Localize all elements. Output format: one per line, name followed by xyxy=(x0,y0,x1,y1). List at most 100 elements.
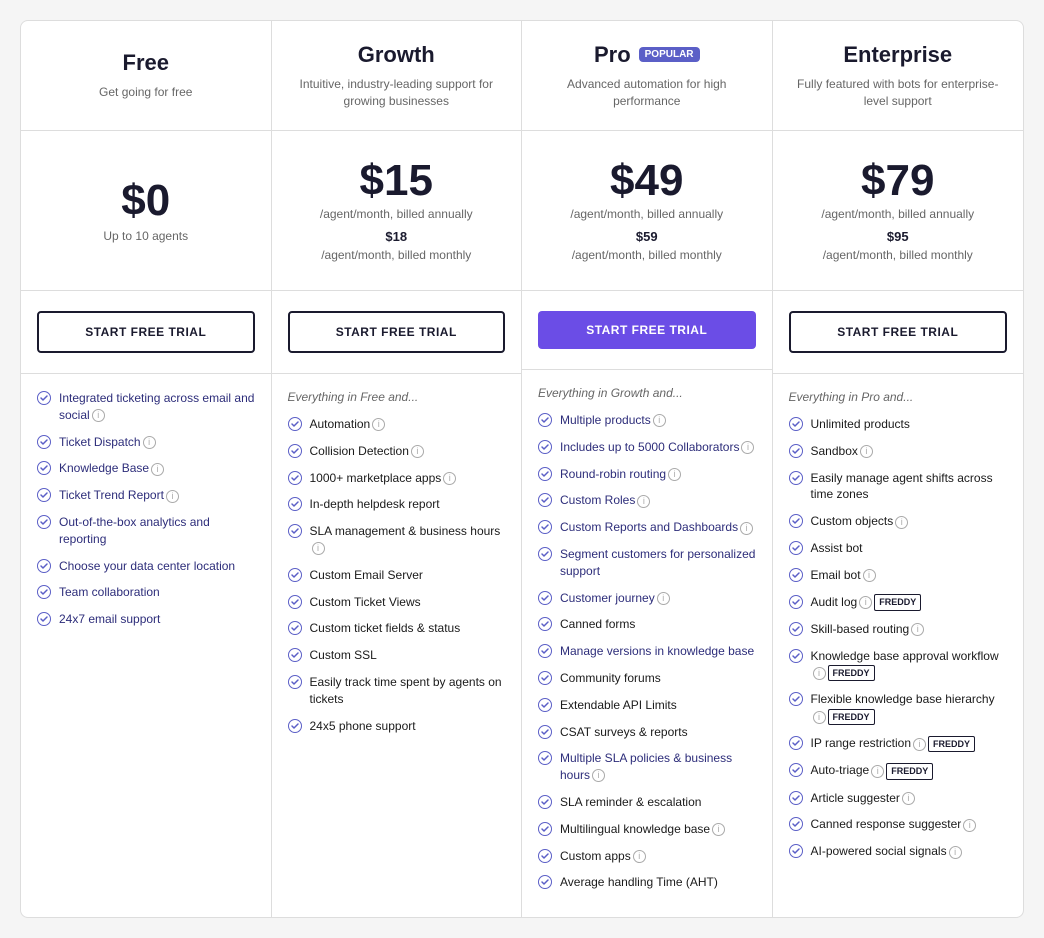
feature-text: 24x7 email support xyxy=(59,611,160,628)
plan-desc-free: Get going for free xyxy=(99,84,192,101)
plan-header-growth: GrowthIntuitive, industry-leading suppor… xyxy=(272,21,522,131)
list-item: Choose your data center location xyxy=(37,558,255,575)
list-item: Team collaboration xyxy=(37,584,255,601)
list-item: SLA management & business hoursi xyxy=(288,523,506,557)
feature-text: Automationi xyxy=(310,416,386,433)
info-icon[interactable]: i xyxy=(895,516,908,529)
info-icon[interactable]: i xyxy=(657,592,670,605)
list-item: Sandboxi xyxy=(789,443,1008,460)
check-icon xyxy=(789,736,803,750)
list-item: Average handling Time (AHT) xyxy=(538,874,756,891)
feature-text: IP range restrictioniFREDDY xyxy=(811,735,976,752)
plan-features-pro: Everything in Growth and...Multiple prod… xyxy=(522,370,772,917)
feature-text: Email boti xyxy=(811,567,876,584)
list-item: Custom Ticket Views xyxy=(288,594,506,611)
feature-text: Ticket Trend Reporti xyxy=(59,487,179,504)
plan-price-free: $0 xyxy=(121,179,170,223)
info-icon[interactable]: i xyxy=(151,463,164,476)
list-item: Customer journeyi xyxy=(538,590,756,607)
info-icon[interactable]: i xyxy=(653,414,666,427)
list-item: IP range restrictioniFREDDY xyxy=(789,735,1008,752)
feature-text: Multilingual knowledge basei xyxy=(560,821,725,838)
info-icon[interactable]: i xyxy=(143,436,156,449)
plan-price-monthly-enterprise: $95 xyxy=(887,229,909,244)
info-icon[interactable]: i xyxy=(902,792,915,805)
check-icon xyxy=(789,622,803,636)
info-icon[interactable]: i xyxy=(637,495,650,508)
freddy-badge: FREDDY xyxy=(874,594,921,611)
plan-cta-growth: START FREE TRIAL xyxy=(272,291,522,374)
info-icon[interactable]: i xyxy=(963,819,976,832)
plan-name-growth: Growth xyxy=(358,42,435,68)
feature-text: Custom SSL xyxy=(310,647,377,664)
info-icon[interactable]: i xyxy=(443,472,456,485)
list-item: Skill-based routingi xyxy=(789,621,1008,638)
feature-text: Multiple SLA policies & business hoursi xyxy=(560,750,756,784)
info-icon[interactable]: i xyxy=(813,711,826,724)
check-icon xyxy=(538,413,552,427)
info-icon[interactable]: i xyxy=(372,418,385,431)
check-icon xyxy=(288,595,302,609)
start-trial-button-pro[interactable]: START FREE TRIAL xyxy=(538,311,756,349)
list-item: Audit logiFREDDY xyxy=(789,594,1008,611)
feature-text: Includes up to 5000 Collaboratorsi xyxy=(560,439,754,456)
start-trial-button-enterprise[interactable]: START FREE TRIAL xyxy=(789,311,1008,353)
plan-features-growth: Everything in Free and...AutomationiColl… xyxy=(272,374,522,760)
list-item: Assist bot xyxy=(789,540,1008,557)
info-icon[interactable]: i xyxy=(92,409,105,422)
check-icon xyxy=(789,692,803,706)
info-icon[interactable]: i xyxy=(949,846,962,859)
info-icon[interactable]: i xyxy=(859,596,872,609)
info-icon[interactable]: i xyxy=(592,769,605,782)
info-icon[interactable]: i xyxy=(860,445,873,458)
list-item: Multiple SLA policies & business hoursi xyxy=(538,750,756,784)
plan-billing-annual-enterprise: /agent/month, billed annually xyxy=(821,207,974,221)
info-icon[interactable]: i xyxy=(913,738,926,751)
list-item: Collision Detectioni xyxy=(288,443,506,460)
check-icon xyxy=(37,391,51,405)
plan-billing-monthly-growth: /agent/month, billed monthly xyxy=(321,248,471,262)
check-icon xyxy=(37,461,51,475)
info-icon[interactable]: i xyxy=(863,569,876,582)
list-item: Article suggesteri xyxy=(789,790,1008,807)
info-icon[interactable]: i xyxy=(741,441,754,454)
plan-price-monthly-growth: $18 xyxy=(385,229,407,244)
plan-price-growth: $15 xyxy=(360,159,433,203)
list-item: Includes up to 5000 Collaboratorsi xyxy=(538,439,756,456)
check-icon xyxy=(538,467,552,481)
info-icon[interactable]: i xyxy=(312,542,325,555)
start-trial-button-growth[interactable]: START FREE TRIAL xyxy=(288,311,506,353)
plan-price-enterprise: $79 xyxy=(861,159,934,203)
info-icon[interactable]: i xyxy=(668,468,681,481)
feature-text: Integrated ticketing across email and so… xyxy=(59,390,255,424)
info-icon[interactable]: i xyxy=(411,445,424,458)
check-icon xyxy=(538,671,552,685)
plan-billing-monthly-pro: /agent/month, billed monthly xyxy=(572,248,722,262)
check-icon xyxy=(538,725,552,739)
check-icon xyxy=(538,440,552,454)
info-icon[interactable]: i xyxy=(633,850,646,863)
feature-text: Canned response suggesteri xyxy=(811,816,977,833)
plan-desc-enterprise: Fully featured with bots for enterprise-… xyxy=(789,76,1008,110)
plan-col-growth: GrowthIntuitive, industry-leading suppor… xyxy=(272,21,523,917)
feature-text: CSAT surveys & reports xyxy=(560,724,688,741)
list-item: Canned response suggesteri xyxy=(789,816,1008,833)
feature-text: Custom Reports and Dashboardsi xyxy=(560,519,753,536)
check-icon xyxy=(37,435,51,449)
plan-col-enterprise: Enterprise Fully featured with bots for e… xyxy=(773,21,1024,917)
list-item: Easily track time spent by agents on tic… xyxy=(288,674,506,708)
info-icon[interactable]: i xyxy=(813,667,826,680)
info-icon[interactable]: i xyxy=(166,490,179,503)
info-icon[interactable]: i xyxy=(712,823,725,836)
feature-text: Custom Email Server xyxy=(310,567,423,584)
feature-text: Multiple productsi xyxy=(560,412,666,429)
info-icon[interactable]: i xyxy=(871,765,884,778)
info-icon[interactable]: i xyxy=(740,522,753,535)
feature-text: Assist bot xyxy=(811,540,863,557)
info-icon[interactable]: i xyxy=(911,623,924,636)
feature-text: Community forums xyxy=(560,670,661,687)
check-icon xyxy=(789,541,803,555)
plan-name-enterprise: Enterprise xyxy=(843,42,952,68)
check-icon xyxy=(789,844,803,858)
start-trial-button-free[interactable]: START FREE TRIAL xyxy=(37,311,255,353)
